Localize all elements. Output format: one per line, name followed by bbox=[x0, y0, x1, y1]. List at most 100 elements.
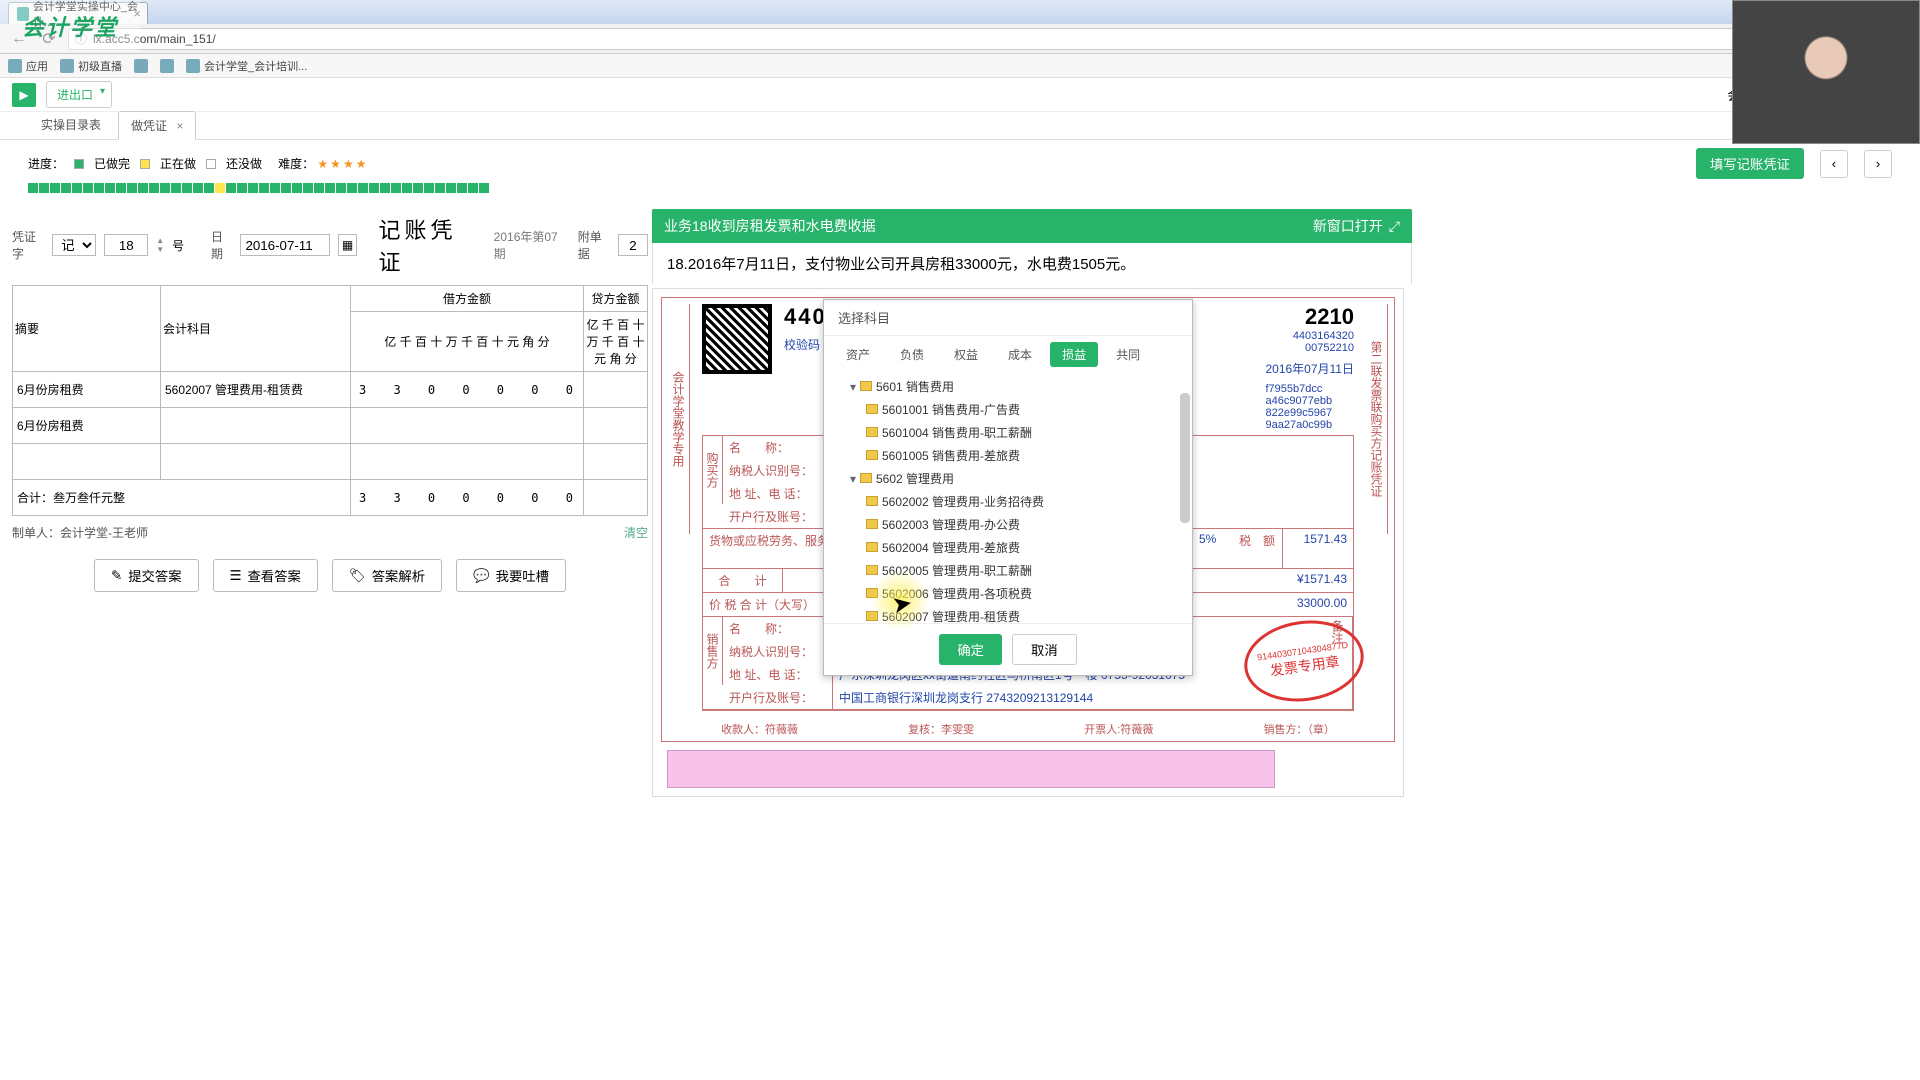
debit-cell[interactable] bbox=[351, 408, 584, 444]
module-dropdown[interactable]: 进出口 bbox=[46, 81, 112, 108]
view-answer-button[interactable]: ☰查看答案 bbox=[213, 559, 318, 592]
progress-cell[interactable] bbox=[457, 183, 467, 193]
progress-cell[interactable] bbox=[435, 183, 445, 193]
subject-cell[interactable]: 5602007 管理费用-租赁费 bbox=[161, 372, 351, 408]
stepper-up-icon[interactable]: ▲ bbox=[156, 236, 164, 245]
subject-cell[interactable] bbox=[161, 408, 351, 444]
progress-cell[interactable] bbox=[39, 183, 49, 193]
progress-cell[interactable] bbox=[105, 183, 115, 193]
bookmark-item[interactable] bbox=[134, 59, 148, 73]
popup-tab[interactable]: 成本 bbox=[996, 342, 1044, 367]
tree-parent[interactable]: 5601 销售费用 bbox=[834, 375, 1182, 398]
progress-cell[interactable] bbox=[226, 183, 236, 193]
tree-item[interactable]: 5602007 管理费用-租赁费 bbox=[834, 605, 1182, 623]
subject-tree[interactable]: 5601 销售费用5601001 销售费用-广告费5601004 销售费用-职工… bbox=[824, 373, 1192, 623]
apps-button[interactable]: 应用 bbox=[8, 58, 48, 74]
tree-item[interactable]: 5602004 管理费用-差旅费 bbox=[834, 536, 1182, 559]
progress-cell[interactable] bbox=[116, 183, 126, 193]
clear-link[interactable]: 清空 bbox=[624, 524, 648, 541]
progress-cell[interactable] bbox=[138, 183, 148, 193]
cancel-button[interactable]: 取消 bbox=[1012, 634, 1077, 665]
tree-item[interactable]: 5601001 销售费用-广告费 bbox=[834, 398, 1182, 421]
explain-answer-button[interactable]: 🏷答案解析 bbox=[332, 559, 442, 592]
progress-cell[interactable] bbox=[358, 183, 368, 193]
open-new-window[interactable]: 新窗口打开⤢ bbox=[1313, 216, 1400, 236]
progress-cell[interactable] bbox=[369, 183, 379, 193]
progress-cell[interactable] bbox=[61, 183, 71, 193]
progress-cell[interactable] bbox=[215, 183, 225, 193]
voucher-number-input[interactable] bbox=[104, 234, 148, 256]
progress-cell[interactable] bbox=[446, 183, 456, 193]
progress-cell[interactable] bbox=[270, 183, 280, 193]
subject-cell[interactable] bbox=[161, 444, 351, 480]
progress-cell[interactable] bbox=[314, 183, 324, 193]
tree-parent[interactable]: 5602 管理费用 bbox=[834, 467, 1182, 490]
progress-cell[interactable] bbox=[380, 183, 390, 193]
progress-cell[interactable] bbox=[149, 183, 159, 193]
next-button[interactable]: › bbox=[1864, 150, 1892, 178]
progress-cell[interactable] bbox=[292, 183, 302, 193]
progress-cell[interactable] bbox=[391, 183, 401, 193]
progress-cell[interactable] bbox=[259, 183, 269, 193]
progress-cell[interactable] bbox=[83, 183, 93, 193]
progress-cell[interactable] bbox=[193, 183, 203, 193]
progress-cell[interactable] bbox=[413, 183, 423, 193]
progress-cell[interactable] bbox=[72, 183, 82, 193]
bookmark-item[interactable]: 初级直播 bbox=[60, 58, 122, 74]
progress-cell[interactable] bbox=[424, 183, 434, 193]
voucher-date-input[interactable] bbox=[240, 234, 330, 256]
progress-cell[interactable] bbox=[127, 183, 137, 193]
summary-cell[interactable] bbox=[13, 444, 161, 480]
progress-cell[interactable] bbox=[160, 183, 170, 193]
progress-cell[interactable] bbox=[281, 183, 291, 193]
stepper-down-icon[interactable]: ▼ bbox=[156, 245, 164, 254]
tree-item[interactable]: 5602002 管理费用-业务招待费 bbox=[834, 490, 1182, 513]
progress-cell[interactable] bbox=[479, 183, 489, 193]
progress-cell[interactable] bbox=[28, 183, 38, 193]
voucher-row[interactable] bbox=[13, 444, 648, 480]
progress-cell[interactable] bbox=[468, 183, 478, 193]
fill-voucher-button[interactable]: 填写记账凭证 bbox=[1696, 148, 1804, 179]
bookmark-item[interactable]: 会计学堂_会计培训... bbox=[186, 58, 307, 74]
popup-tab[interactable]: 资产 bbox=[834, 342, 882, 367]
tree-item[interactable]: 5602005 管理费用-职工薪酬 bbox=[834, 559, 1182, 582]
url-field[interactable]: ⓘ lx.acc5.com/main_151/ bbox=[68, 28, 1912, 50]
submit-answer-button[interactable]: ✎提交答案 bbox=[94, 559, 198, 592]
sidebar-toggle[interactable]: ▶ bbox=[12, 83, 36, 107]
progress-cell[interactable] bbox=[336, 183, 346, 193]
progress-cell[interactable] bbox=[50, 183, 60, 193]
tree-item[interactable]: 5601005 销售费用-差旅费 bbox=[834, 444, 1182, 467]
bookmark-item[interactable] bbox=[160, 59, 174, 73]
calendar-icon[interactable]: ▦ bbox=[338, 234, 356, 256]
voucher-row[interactable]: 6月份房租费 bbox=[13, 408, 648, 444]
popup-tab[interactable]: 负债 bbox=[888, 342, 936, 367]
progress-cell[interactable] bbox=[325, 183, 335, 193]
progress-cell[interactable] bbox=[204, 183, 214, 193]
popup-tab[interactable]: 损益 bbox=[1050, 342, 1098, 367]
progress-cell[interactable] bbox=[171, 183, 181, 193]
tab-voucher[interactable]: 做凭证 × bbox=[118, 111, 196, 140]
summary-cell[interactable]: 6月份房租费 bbox=[13, 372, 161, 408]
tree-item[interactable]: 5601004 销售费用-职工薪酬 bbox=[834, 421, 1182, 444]
popup-tab[interactable]: 权益 bbox=[942, 342, 990, 367]
voucher-prefix-select[interactable]: 记 bbox=[52, 234, 96, 256]
attach-count-input[interactable] bbox=[618, 234, 648, 256]
progress-cell[interactable] bbox=[402, 183, 412, 193]
feedback-button[interactable]: 💬我要吐槽 bbox=[456, 559, 566, 592]
popup-tab[interactable]: 共同 bbox=[1104, 342, 1152, 367]
confirm-button[interactable]: 确定 bbox=[939, 634, 1002, 665]
progress-cell[interactable] bbox=[94, 183, 104, 193]
progress-cell[interactable] bbox=[182, 183, 192, 193]
progress-cell[interactable] bbox=[347, 183, 357, 193]
tab-directory[interactable]: 实操目录表 bbox=[28, 110, 114, 139]
progress-cell[interactable] bbox=[303, 183, 313, 193]
debit-cell[interactable]: 3 3 0 0 0 0 0 bbox=[351, 372, 584, 408]
credit-cell[interactable] bbox=[583, 444, 647, 480]
voucher-row[interactable]: 6月份房租费 5602007 管理费用-租赁费 3 3 0 0 0 0 0 bbox=[13, 372, 648, 408]
prev-button[interactable]: ‹ bbox=[1820, 150, 1848, 178]
progress-cell[interactable] bbox=[237, 183, 247, 193]
progress-cell[interactable] bbox=[248, 183, 258, 193]
tab-close-icon[interactable]: × bbox=[176, 119, 183, 133]
tree-item[interactable]: 5602006 管理费用-各项税费 bbox=[834, 582, 1182, 605]
credit-cell[interactable] bbox=[583, 372, 647, 408]
